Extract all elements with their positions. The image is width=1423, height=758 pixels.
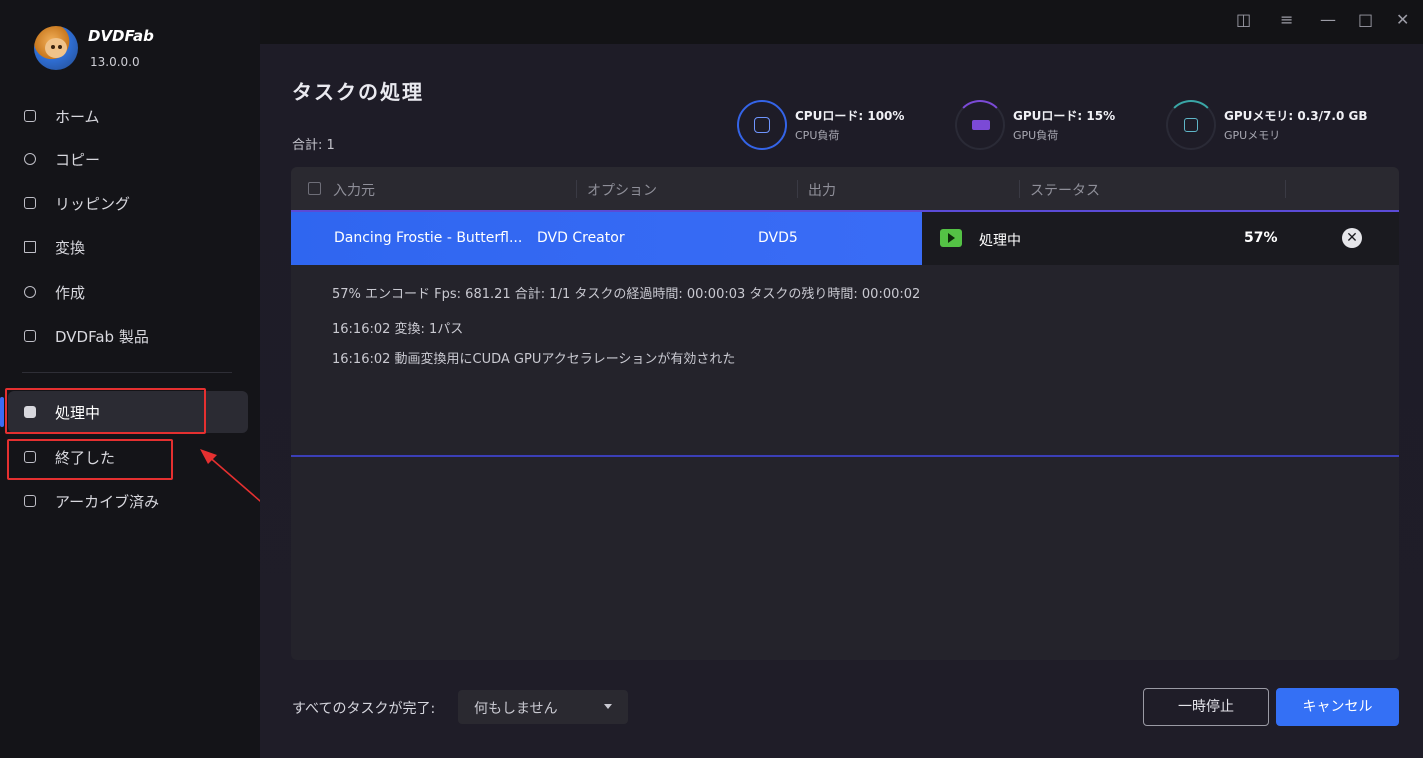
- task-output: DVD5: [758, 230, 798, 246]
- ripper-icon: [22, 195, 38, 211]
- log-line: 16:16:02 変換: 1パス: [332, 322, 464, 337]
- highlight-box-processing: [5, 388, 206, 434]
- sidebar-item-products[interactable]: DVDFab 製品: [22, 323, 149, 349]
- gpu-memory-meter: GPUメモリ: 0.3/7.0 GB GPUメモリ: [1166, 100, 1367, 150]
- sidebar-active-indicator: [0, 397, 4, 427]
- task-status: 処理中: [979, 233, 1021, 249]
- task-progress: 57%: [1244, 230, 1278, 246]
- cpu-icon: [754, 117, 770, 133]
- sidebar-item-label: DVDFab 製品: [55, 327, 149, 346]
- sidebar-item-label: 作成: [55, 283, 86, 302]
- gpu-load-meter: GPUロード: 15% GPU負荷: [955, 100, 1115, 150]
- gpu-memory-value: 0.3/7.0 GB: [1297, 109, 1368, 123]
- on-complete-label: すべてのタスクが完了:: [292, 701, 436, 717]
- chevron-down-icon: [604, 704, 612, 709]
- column-separator: [1285, 180, 1286, 198]
- encode-stats: 57% エンコード Fps: 681.21 合計: 1/1 タスクの経過時間: …: [332, 287, 921, 302]
- sidebar-divider: [22, 372, 232, 373]
- remove-task-icon[interactable]: ✕: [1342, 228, 1362, 248]
- gpu-memory-title: GPUメモリ:: [1224, 109, 1294, 123]
- log-line: 16:16:02 動画変換用にCUDA GPUアクセラレーションが有効された: [332, 352, 736, 367]
- pause-button[interactable]: 一時停止: [1143, 688, 1269, 726]
- gpu-ring: [955, 100, 1005, 150]
- minimize-icon[interactable]: —: [1320, 10, 1336, 29]
- column-header-source: 入力元: [333, 183, 375, 199]
- sidebar-item-convert[interactable]: 変換: [22, 234, 85, 260]
- sidebar-item-ripping[interactable]: リッピング: [22, 190, 130, 216]
- page-title: タスクの処理: [292, 80, 424, 104]
- column-separator: [1019, 180, 1020, 198]
- sidebar-item-create[interactable]: 作成: [22, 279, 85, 305]
- column-separator: [797, 180, 798, 198]
- copy-icon: [22, 151, 38, 167]
- app-version: 13.0.0.0: [90, 55, 140, 69]
- gpu-memory-ring: [1166, 100, 1216, 150]
- cpu-load-meter: CPUロード: 100% CPU負荷: [737, 100, 904, 150]
- close-window-icon[interactable]: ✕: [1396, 10, 1409, 29]
- gpu-load-title: GPUロード:: [1013, 109, 1083, 123]
- gpu-memory-subtitle: GPUメモリ: [1224, 129, 1281, 142]
- maximize-icon[interactable]: □: [1358, 10, 1373, 29]
- column-header-status: ステータス: [1030, 183, 1100, 199]
- task-source: Dancing Frostie - Butterfl...: [334, 230, 523, 246]
- column-separator: [576, 180, 577, 198]
- sidebar-item-label: ホーム: [55, 107, 100, 126]
- film-icon: [22, 239, 38, 255]
- column-header-option: オプション: [587, 183, 657, 199]
- cpu-load-title: CPUロード:: [795, 109, 864, 123]
- highlight-box-finished: [7, 439, 173, 480]
- cancel-button[interactable]: キャンセル: [1276, 688, 1399, 726]
- cpu-load-value: 100%: [867, 109, 905, 123]
- sidebar-item-label: 変換: [55, 238, 86, 257]
- sidebar-item-label: コピー: [55, 150, 101, 169]
- sidebar-item-archived[interactable]: アーカイブ済み: [22, 488, 159, 514]
- column-header-output: 出力: [808, 183, 836, 199]
- on-complete-value: 何もしません: [474, 701, 558, 717]
- box-icon: [22, 328, 38, 344]
- cpu-load-subtitle: CPU負荷: [795, 129, 840, 142]
- memory-chip-icon: [1184, 118, 1198, 132]
- archive-icon: [22, 493, 38, 509]
- shirt-icon[interactable]: ◫: [1236, 10, 1251, 29]
- sidebar-item-copy[interactable]: コピー: [22, 146, 100, 172]
- dvdfab-logo: [34, 26, 78, 70]
- sidebar-item-label: アーカイブ済み: [55, 492, 160, 511]
- task-option: DVD Creator: [537, 230, 625, 246]
- total-count: 合計: 1: [292, 138, 335, 153]
- sidebar-item-home[interactable]: ホーム: [22, 103, 100, 129]
- detail-separator: [291, 455, 1399, 457]
- play-icon: [940, 229, 962, 247]
- menu-icon[interactable]: ≡: [1280, 10, 1293, 29]
- select-all-checkbox[interactable]: [308, 182, 321, 195]
- cpu-ring: [737, 100, 787, 150]
- app-name: DVDFab: [88, 27, 154, 45]
- table-header: [291, 167, 1399, 211]
- gpu-load-value: 15%: [1086, 109, 1116, 123]
- gpu-load-subtitle: GPU負荷: [1013, 129, 1059, 142]
- home-icon: [22, 108, 38, 124]
- on-complete-select[interactable]: 何もしません: [458, 690, 628, 724]
- gpu-icon: [972, 120, 990, 130]
- sidebar-item-label: リッピング: [55, 194, 131, 213]
- disc-icon: [22, 284, 38, 300]
